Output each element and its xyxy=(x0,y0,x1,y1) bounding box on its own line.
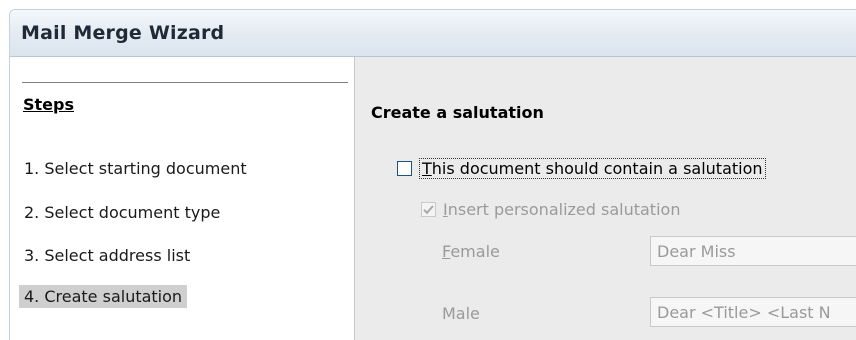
personalized-salutation-checkbox-row: Insert personalized salutation xyxy=(421,200,680,219)
window-title: Mail Merge Wizard xyxy=(21,22,225,44)
step-label: 4. Create salutation xyxy=(24,287,183,306)
step-label: 2. Select document type xyxy=(24,203,221,222)
steps-heading: Steps xyxy=(23,95,74,114)
step-label: 1. Select starting document xyxy=(24,159,247,178)
label-text: emale xyxy=(450,242,500,261)
label-text: his document should contain a salutation xyxy=(431,159,763,178)
check-icon xyxy=(423,205,434,215)
mnemonic-letter: T xyxy=(422,159,432,178)
female-salutation-field: Dear Miss xyxy=(650,236,856,266)
step-select-address-list[interactable]: 3. Select address list xyxy=(19,244,195,267)
step-select-document-type[interactable]: 2. Select document type xyxy=(19,201,225,224)
mail-merge-wizard-window: Mail Merge Wizard Steps 1. Select starti… xyxy=(9,9,856,340)
personalized-salutation-label: Insert personalized salutation xyxy=(443,200,680,219)
female-label: Female xyxy=(442,242,500,261)
contain-salutation-checkbox[interactable] xyxy=(397,161,412,176)
steps-pane: Steps 1. Select starting document 2. Sel… xyxy=(10,57,355,340)
section-title: Create a salutation xyxy=(371,103,544,122)
male-label: Male xyxy=(442,304,480,323)
steps-divider xyxy=(22,82,348,83)
male-salutation-field: Dear <Title> <Last N xyxy=(650,297,856,327)
salutation-pane: Create a salutation This document should… xyxy=(355,57,856,340)
contain-salutation-label[interactable]: This document should contain a salutatio… xyxy=(419,158,766,179)
label-text: nsert personalized salutation xyxy=(447,200,681,219)
personalized-salutation-checkbox xyxy=(421,202,436,217)
step-create-salutation[interactable]: 4. Create salutation xyxy=(19,285,188,308)
window-title-bar: Mail Merge Wizard xyxy=(10,10,856,57)
contain-salutation-checkbox-row[interactable]: This document should contain a salutatio… xyxy=(397,158,766,179)
step-select-starting-document[interactable]: 1. Select starting document xyxy=(19,157,252,180)
step-label: 3. Select address list xyxy=(24,246,191,265)
